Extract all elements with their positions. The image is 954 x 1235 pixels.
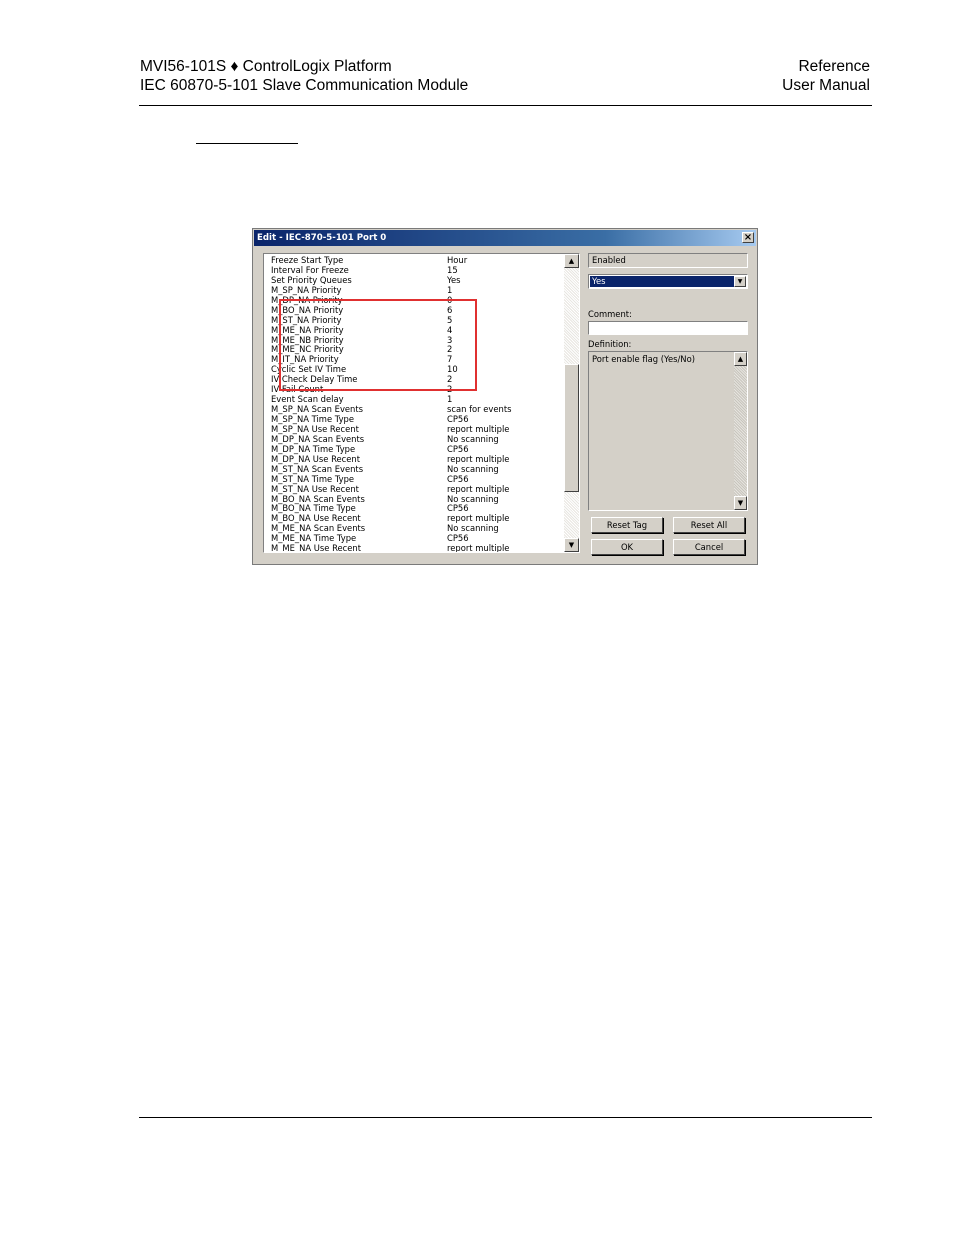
comment-label: Comment: — [588, 309, 632, 319]
scroll-down-button[interactable]: ▼ — [564, 538, 579, 552]
definition-scroll-down[interactable]: ▼ — [734, 496, 747, 510]
cancel-button[interactable]: Cancel — [673, 539, 745, 555]
underline-mark — [196, 143, 298, 144]
dialog-title: Edit - IEC-870-5-101 Port 0 — [257, 233, 387, 243]
header-rule — [139, 105, 872, 106]
value-select[interactable]: Yes ▼ — [588, 274, 748, 289]
edit-dialog: Edit - IEC-870-5-101 Port 0 × Freeze Sta… — [252, 228, 758, 565]
parameter-name-field: Enabled — [588, 253, 748, 268]
document-header-right: Reference User Manual — [782, 57, 870, 95]
definition-scroll-up[interactable]: ▲ — [734, 352, 747, 366]
parameter-name: M_ME_NA Use Recent — [271, 543, 362, 553]
definition-label: Definition: — [588, 339, 632, 349]
arrow-up-icon: ▲ — [737, 355, 744, 363]
document-header-left: MVI56-101S ♦ ControlLogix Platform IEC 6… — [140, 57, 468, 95]
manual-name: User Manual — [782, 77, 870, 94]
reset-all-button[interactable]: Reset All — [673, 517, 745, 533]
ok-button[interactable]: OK — [591, 539, 663, 555]
scroll-up-button[interactable]: ▲ — [564, 254, 579, 268]
comment-input[interactable] — [588, 321, 748, 335]
definition-scrollbar[interactable]: ▲ ▼ — [734, 352, 747, 510]
dialog-titlebar: Edit - IEC-870-5-101 Port 0 × — [254, 230, 756, 246]
arrow-down-icon: ▼ — [737, 499, 744, 507]
highlight-box — [279, 299, 477, 391]
close-button[interactable]: × — [742, 232, 754, 243]
product-title: MVI56-101S ♦ ControlLogix Platform — [140, 58, 392, 75]
footer-rule — [139, 1117, 872, 1118]
arrow-down-icon: ▼ — [568, 541, 575, 549]
list-scrollbar[interactable]: ▲ ▼ — [564, 254, 579, 552]
definition-box: Port enable flag (Yes/No) ▲ ▼ — [588, 351, 748, 511]
dropdown-button[interactable]: ▼ — [734, 276, 746, 287]
close-icon: × — [743, 232, 753, 243]
product-subtitle: IEC 60870-5-101 Slave Communication Modu… — [140, 77, 469, 94]
arrow-up-icon: ▲ — [568, 257, 575, 265]
selected-value: Yes — [590, 276, 734, 287]
table-row[interactable]: M_ME_NA Use Recent report multiple — [270, 543, 566, 553]
section-name: Reference — [798, 58, 870, 75]
definition-text: Port enable flag (Yes/No) — [592, 354, 695, 364]
parameter-value: report multiple — [447, 543, 510, 553]
scroll-thumb[interactable] — [564, 364, 579, 492]
table-row[interactable]: M_ST_NA Use Recent report multiple — [270, 484, 566, 495]
parameter-list[interactable]: Freeze Start Type Hour Interval For Freeze… — [263, 253, 580, 553]
chevron-down-icon: ▼ — [737, 278, 743, 285]
reset-tag-button[interactable]: Reset Tag — [591, 517, 663, 533]
